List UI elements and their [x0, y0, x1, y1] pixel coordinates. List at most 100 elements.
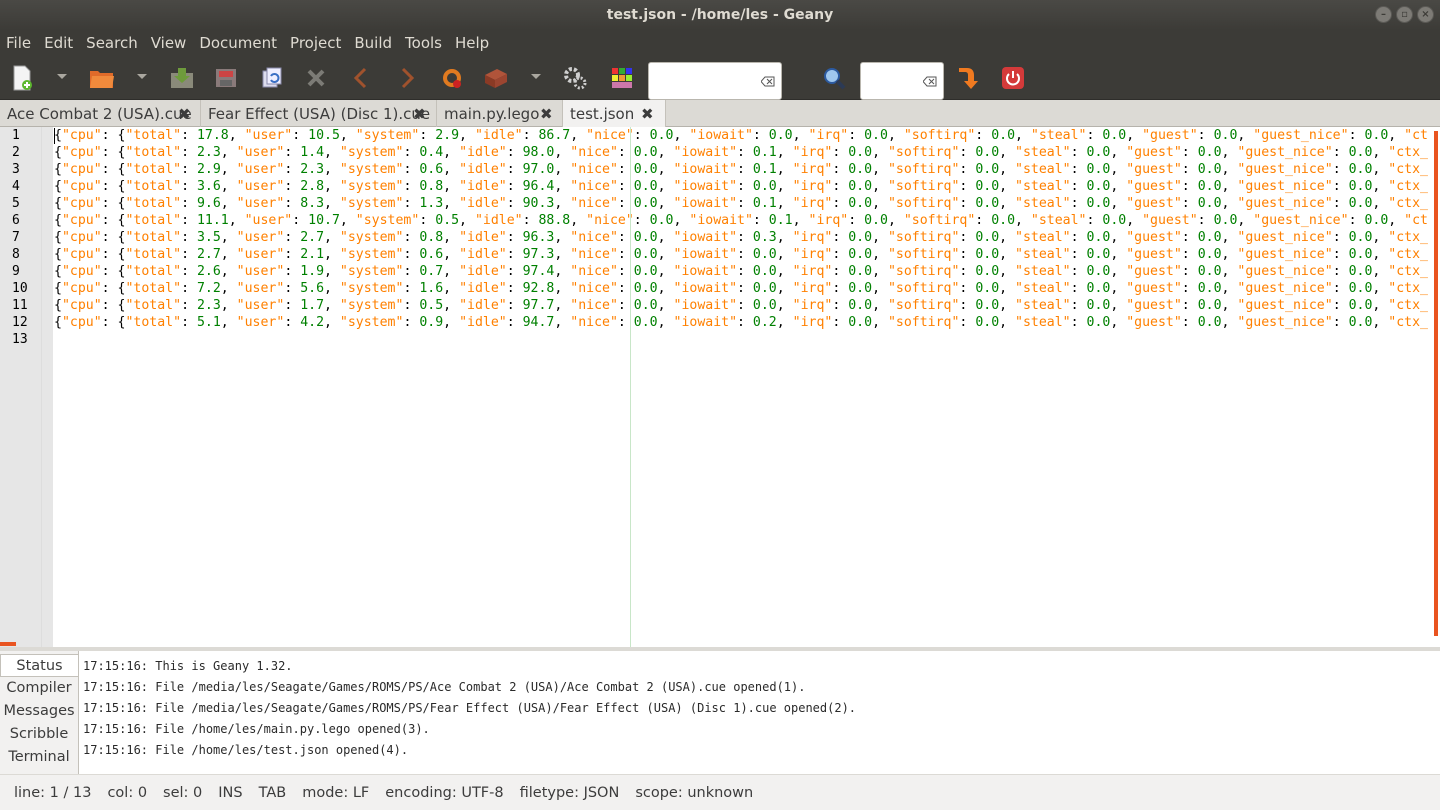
- log-line: 17:15:16: File /home/les/main.py.lego op…: [83, 722, 430, 736]
- menu-build[interactable]: Build: [354, 34, 392, 52]
- goto-line-icon[interactable]: [953, 64, 981, 92]
- log-line: 17:15:16: This is Geany 1.32.: [83, 659, 293, 673]
- line-number: 1: [12, 128, 20, 143]
- menu-tools[interactable]: Tools: [405, 34, 442, 52]
- code-line[interactable]: {"cpu": {"total": 2.7, "user": 2.1, "sys…: [54, 246, 1434, 263]
- line-number: 11: [12, 298, 28, 313]
- code-area[interactable]: {"cpu": {"total": 17.8, "user": 10.5, "s…: [54, 127, 1434, 647]
- line-number: 13: [12, 332, 28, 347]
- status-line: line: 1 / 13: [14, 784, 92, 801]
- code-line[interactable]: {"cpu": {"total": 2.6, "user": 1.9, "sys…: [54, 263, 1434, 280]
- save-icon[interactable]: [168, 64, 196, 92]
- document-tabs: Ace Combat 2 (USA).cue ✖ Fear Effect (US…: [0, 100, 1440, 127]
- line-number: 9: [12, 264, 20, 279]
- open-file-dropdown[interactable]: [137, 74, 147, 79]
- quit-icon[interactable]: [999, 64, 1027, 92]
- tab-test-json[interactable]: test.json ✖: [563, 100, 666, 127]
- menu-document[interactable]: Document: [199, 34, 277, 52]
- status-log[interactable]: 17:15:16: This is Geany 1.32. 17:15:16: …: [78, 651, 1440, 774]
- tab-label: main.py.lego: [444, 104, 540, 123]
- line-number: 8: [12, 247, 20, 262]
- horizontal-scrollbar[interactable]: [0, 642, 16, 646]
- window-controls: – ▫ ×: [1375, 6, 1434, 23]
- tab-compiler[interactable]: Compiler: [0, 677, 78, 700]
- tab-fear-effect[interactable]: Fear Effect (USA) (Disc 1).cue ✖: [201, 100, 437, 127]
- status-mode: mode: LF: [302, 784, 370, 801]
- clear-search-icon[interactable]: [761, 76, 775, 87]
- new-file-icon[interactable]: [8, 64, 36, 92]
- compile-icon[interactable]: [438, 64, 466, 92]
- status-bar: line: 1 / 13 col: 0 sel: 0 INS TAB mode:…: [0, 774, 1440, 810]
- close-icon[interactable]: ×: [1417, 6, 1434, 23]
- tab-label: test.json: [570, 104, 635, 123]
- code-line[interactable]: {"cpu": {"total": 2.9, "user": 2.3, "sys…: [54, 161, 1434, 178]
- build-dropdown[interactable]: [531, 74, 541, 79]
- line-number: 3: [12, 162, 20, 177]
- minimize-icon[interactable]: –: [1375, 6, 1392, 23]
- status-col: col: 0: [107, 784, 148, 801]
- log-line: 17:15:16: File /home/les/test.json opene…: [83, 743, 409, 757]
- code-line[interactable]: {"cpu": {"total": 7.2, "user": 5.6, "sys…: [54, 280, 1434, 297]
- color-chooser-icon[interactable]: [608, 64, 636, 92]
- code-line[interactable]: {"cpu": {"total": 2.3, "user": 1.4, "sys…: [54, 144, 1434, 161]
- tab-messages[interactable]: Messages: [0, 700, 78, 723]
- code-line[interactable]: {"cpu": {"total": 3.6, "user": 2.8, "sys…: [54, 178, 1434, 195]
- search-input[interactable]: [648, 62, 782, 100]
- execute-icon[interactable]: [561, 64, 589, 92]
- fold-margin: [41, 127, 53, 647]
- line-number: 2: [12, 145, 20, 160]
- close-tab-icon[interactable]: ✖: [641, 105, 654, 123]
- build-icon[interactable]: [482, 64, 510, 92]
- back-icon[interactable]: [347, 64, 375, 92]
- tab-main-py-lego[interactable]: main.py.lego ✖: [437, 100, 563, 127]
- search-icon[interactable]: [820, 64, 848, 92]
- close-tab-icon[interactable]: ✖: [413, 105, 426, 123]
- tab-label: Ace Combat 2 (USA).cue: [7, 104, 192, 123]
- code-line[interactable]: {"cpu": {"total": 2.3, "user": 1.7, "sys…: [54, 297, 1434, 314]
- menu-bar: File Edit Search View Document Project B…: [0, 30, 1440, 56]
- maximize-icon[interactable]: ▫: [1396, 6, 1413, 23]
- code-line[interactable]: {"cpu": {"total": 5.1, "user": 4.2, "sys…: [54, 314, 1434, 331]
- code-editor[interactable]: 1 2 3 4 5 6 7 8 9 10 11 12 13 {"cpu": {"total": 17.8…: [0, 127, 1440, 647]
- status-scope: scope: unknown: [635, 784, 754, 801]
- toolbar: [0, 56, 1440, 100]
- long-line-marker: [630, 127, 631, 647]
- save-all-icon[interactable]: [212, 64, 240, 92]
- menu-edit[interactable]: Edit: [44, 34, 73, 52]
- status-filetype: filetype: JSON: [519, 784, 620, 801]
- code-line[interactable]: {"cpu": {"total": 11.1, "user": 10.7, "s…: [54, 212, 1434, 229]
- line-number: 4: [12, 179, 20, 194]
- vertical-scrollbar[interactable]: [1434, 131, 1438, 636]
- line-number: 10: [12, 281, 28, 296]
- new-file-dropdown[interactable]: [57, 74, 67, 79]
- line-number: 5: [12, 196, 20, 211]
- clear-goto-icon[interactable]: [923, 76, 937, 87]
- close-file-icon[interactable]: [302, 64, 330, 92]
- window-title: test.json - /home/les - Geany: [606, 7, 834, 23]
- menu-view[interactable]: View: [151, 34, 187, 52]
- menu-file[interactable]: File: [6, 34, 31, 52]
- tab-terminal[interactable]: Terminal: [0, 746, 78, 769]
- goto-line-input[interactable]: [860, 62, 944, 100]
- log-line: 17:15:16: File /media/les/Seagate/Games/…: [83, 701, 857, 715]
- revert-icon[interactable]: [258, 64, 286, 92]
- tab-ace-combat[interactable]: Ace Combat 2 (USA).cue ✖: [0, 100, 201, 127]
- code-line[interactable]: {"cpu": {"total": 9.6, "user": 8.3, "sys…: [54, 195, 1434, 212]
- tab-status[interactable]: Status: [0, 654, 78, 677]
- forward-icon[interactable]: [393, 64, 421, 92]
- open-file-icon[interactable]: [88, 64, 116, 92]
- status-tab: TAB: [258, 784, 287, 801]
- menu-search[interactable]: Search: [86, 34, 138, 52]
- tab-scribble[interactable]: Scribble: [0, 723, 78, 746]
- code-line[interactable]: [54, 331, 1434, 348]
- close-tab-icon[interactable]: ✖: [178, 105, 191, 123]
- code-line[interactable]: {"cpu": {"total": 3.5, "user": 2.7, "sys…: [54, 229, 1434, 246]
- line-number: 12: [12, 315, 28, 330]
- menu-project[interactable]: Project: [290, 34, 341, 52]
- menu-help[interactable]: Help: [455, 34, 489, 52]
- close-tab-icon[interactable]: ✖: [540, 105, 553, 123]
- code-line[interactable]: {"cpu": {"total": 17.8, "user": 10.5, "s…: [54, 127, 1434, 144]
- line-number: 6: [12, 213, 20, 228]
- status-sel: sel: 0: [163, 784, 203, 801]
- message-window: Status Compiler Messages Scribble Termin…: [0, 647, 1440, 774]
